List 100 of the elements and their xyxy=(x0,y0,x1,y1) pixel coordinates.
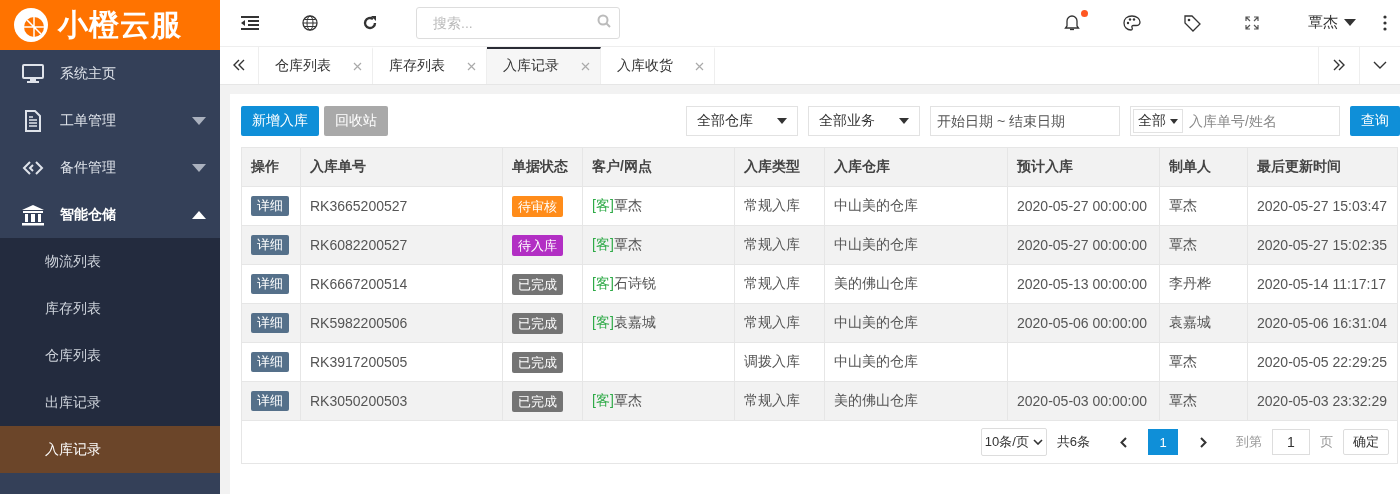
table-cell: RK6082200527 xyxy=(300,225,503,265)
caret-down-icon xyxy=(1170,118,1178,124)
caret-down-icon xyxy=(1344,19,1356,27)
table-cell: 覃杰 xyxy=(1159,225,1248,265)
table-cell: 2020-05-27 00:00:00 xyxy=(1007,225,1160,265)
column-header: 预计入库 xyxy=(1007,147,1160,187)
palette-icon[interactable] xyxy=(1123,14,1141,31)
user-menu[interactable]: 覃杰 xyxy=(1308,13,1356,33)
chevron-down-icon[interactable] xyxy=(1373,61,1387,70)
refresh-icon[interactable] xyxy=(362,14,378,31)
goto-label: 到第 xyxy=(1236,433,1262,451)
table-cell: 中山美的仓库 xyxy=(824,342,1008,382)
indent-menu-icon[interactable] xyxy=(241,15,259,30)
table-cell: 常规入库 xyxy=(734,225,825,265)
table-cell: 常规入库 xyxy=(734,303,825,343)
table-cell: 李丹桦 xyxy=(1159,264,1248,304)
keyword-search-box[interactable]: 全部 入库单号/姓名 xyxy=(1130,106,1340,136)
logo-icon xyxy=(12,6,50,44)
table-cell: 2020-05-06 16:31:04 xyxy=(1247,303,1398,343)
table-cell: RK5982200506 xyxy=(300,303,503,343)
chevron-right-icon[interactable] xyxy=(1199,436,1207,448)
tag-icon[interactable] xyxy=(1183,13,1201,32)
detail-button[interactable]: 详细 xyxy=(251,274,289,294)
table-cell: RK3665200527 xyxy=(300,186,503,226)
detail-button[interactable]: 详细 xyxy=(251,235,289,255)
status-tag: 已完成 xyxy=(512,390,563,412)
table-cell: 2020-05-27 15:02:35 xyxy=(1247,225,1398,265)
table-cell: [客]覃杰 xyxy=(582,225,735,265)
page-unit-label: 页 xyxy=(1320,433,1333,451)
sidebar-subitem[interactable]: 出库记录 xyxy=(0,379,220,426)
search-box[interactable]: 搜索... xyxy=(416,6,620,39)
page-number-field[interactable]: 1 xyxy=(1272,429,1310,455)
chevron-down-icon xyxy=(1032,439,1043,445)
detail-button[interactable]: 详细 xyxy=(251,391,289,411)
sidebar-subitem[interactable]: 入库记录 xyxy=(0,426,220,473)
status-tag: 待审核 xyxy=(512,195,563,217)
table-cell: 覃杰 xyxy=(1159,381,1248,421)
sidebar-item[interactable]: 备件管理 xyxy=(0,144,220,191)
more-vertical-icon[interactable] xyxy=(1383,14,1387,31)
tab[interactable]: 仓库列表 xyxy=(259,46,373,84)
column-header: 入库单号 xyxy=(300,147,503,187)
sidebar-item[interactable]: 系统主页 xyxy=(0,50,220,97)
status-tag: 已完成 xyxy=(512,351,563,373)
table-cell: 袁嘉城 xyxy=(1159,303,1248,343)
table-cell: 美的佛山仓库 xyxy=(824,264,1008,304)
page-button[interactable]: 1 xyxy=(1148,429,1178,455)
sidebar-subitem[interactable]: 仓库列表 xyxy=(0,332,220,379)
sidebar-subitem[interactable]: 库存列表 xyxy=(0,285,220,332)
brand-name: 小橙云服 xyxy=(58,6,182,43)
column-header: 入库类型 xyxy=(734,147,825,187)
add-button[interactable]: 新增入库 xyxy=(241,106,319,136)
sidebar-item[interactable]: 工单管理 xyxy=(0,97,220,144)
table-cell: 2020-05-27 00:00:00 xyxy=(1007,186,1160,226)
table-cell: RK6667200514 xyxy=(300,264,503,304)
sidebar-item[interactable]: 智能仓储 xyxy=(0,191,220,238)
tab[interactable]: 入库记录 xyxy=(487,46,601,84)
bell-icon[interactable] xyxy=(1064,14,1080,32)
table-cell: 2020-05-05 22:29:25 xyxy=(1247,342,1398,382)
sidebar-subitem[interactable]: 物流列表 xyxy=(0,238,220,285)
column-header: 客户/网点 xyxy=(582,147,735,187)
fullscreen-icon[interactable] xyxy=(1245,15,1259,30)
table-cell: 中山美的仓库 xyxy=(824,186,1008,226)
table-cell: 覃杰 xyxy=(1159,186,1248,226)
chain-link-icon xyxy=(22,159,44,176)
caret-down-icon xyxy=(192,116,206,125)
total-count: 共6条 xyxy=(1056,433,1090,451)
column-header: 操作 xyxy=(241,147,301,187)
bank-icon xyxy=(21,203,45,226)
scope-dropdown[interactable]: 全部 xyxy=(1133,109,1183,133)
tab[interactable]: 入库收货 xyxy=(601,46,715,84)
status-tag: 待入库 xyxy=(512,234,563,256)
detail-button[interactable]: 详细 xyxy=(251,196,289,216)
table-cell: 常规入库 xyxy=(734,186,825,226)
table-cell: [客]覃杰 xyxy=(582,186,735,226)
detail-button[interactable]: 详细 xyxy=(251,313,289,333)
double-left-icon[interactable] xyxy=(232,59,246,72)
filter-dropdown[interactable]: 全部仓库 xyxy=(686,106,798,136)
filter-dropdown[interactable]: 全部业务 xyxy=(808,106,920,136)
column-header: 单据状态 xyxy=(502,147,583,187)
column-header: 制单人 xyxy=(1159,147,1248,187)
page-size-select[interactable]: 10条/页 xyxy=(980,428,1047,456)
detail-button[interactable]: 详细 xyxy=(251,352,289,372)
table-cell: 2020-05-03 23:32:29 xyxy=(1247,381,1398,421)
caret-down-icon xyxy=(192,163,206,172)
double-right-icon[interactable] xyxy=(1332,59,1346,72)
globe-icon[interactable] xyxy=(302,14,318,31)
confirm-button[interactable]: 确定 xyxy=(1343,429,1389,455)
document-icon xyxy=(24,109,42,132)
table-cell: [客]石诗锐 xyxy=(582,264,735,304)
table-cell: 2020-05-03 00:00:00 xyxy=(1007,381,1160,421)
table-cell: RK3050200503 xyxy=(300,381,503,421)
table-cell: RK3917200505 xyxy=(300,342,503,382)
table-cell: 调拨入库 xyxy=(734,342,825,382)
query-button[interactable]: 查询 xyxy=(1350,106,1400,136)
table-cell: 2020-05-27 15:03:47 xyxy=(1247,186,1398,226)
table-cell: 美的佛山仓库 xyxy=(824,381,1008,421)
status-tag: 已完成 xyxy=(512,312,563,334)
chevron-left-icon[interactable] xyxy=(1119,436,1127,448)
table-cell: 2020-05-13 00:00:00 xyxy=(1007,264,1160,304)
table-cell: 2020-05-14 11:17:17 xyxy=(1247,264,1398,304)
